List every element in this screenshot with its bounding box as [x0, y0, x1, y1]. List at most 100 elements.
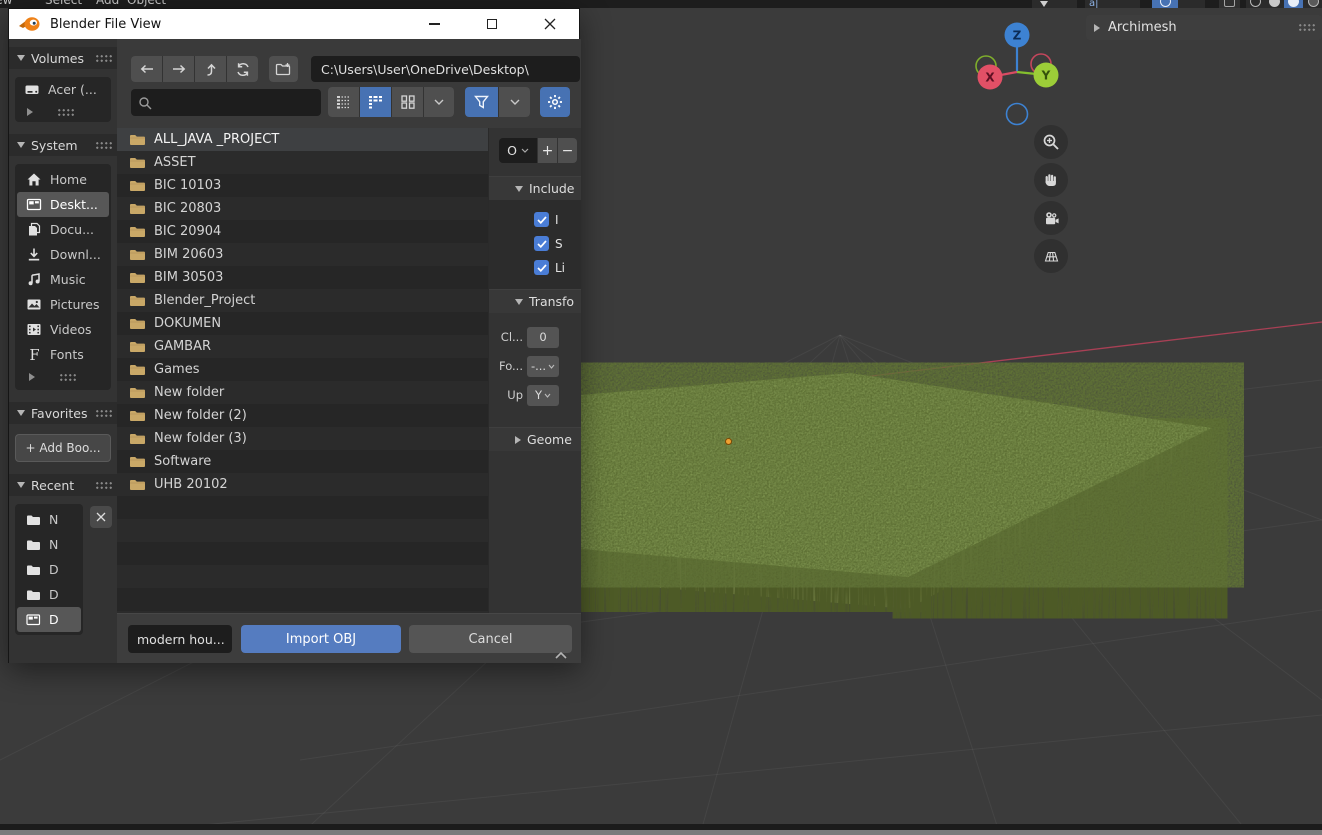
svg-text:F: F [30, 348, 40, 362]
section-grip-icon[interactable] [95, 409, 113, 418]
snap-toggle-button[interactable]: a| [1085, 0, 1140, 8]
recent-item[interactable]: N [17, 532, 81, 557]
clear-recent-button[interactable] [90, 506, 112, 528]
file-row[interactable]: UHB 20102 [117, 473, 488, 496]
menu-add[interactable]: Add [96, 0, 119, 7]
search-input[interactable] [131, 89, 321, 116]
file-row[interactable]: New folder (2) [117, 404, 488, 427]
section-grip-icon[interactable] [95, 481, 113, 490]
minimize-button[interactable] [412, 9, 456, 39]
menu-select[interactable]: Select [45, 0, 82, 7]
recent-item[interactable]: D [17, 582, 81, 607]
camera-view-button[interactable] [1034, 201, 1068, 235]
sidebar-item-documents[interactable]: Docu... [17, 217, 109, 242]
file-row[interactable]: BIC 20803 [117, 197, 488, 220]
up-directory-button[interactable] [195, 56, 226, 82]
section-grip-icon[interactable] [95, 54, 113, 63]
toggle-grid-button[interactable] [1034, 239, 1068, 273]
cancel-button[interactable]: Cancel [409, 625, 572, 653]
sidebar-item-downloads[interactable]: Downl... [17, 242, 109, 267]
refresh-button[interactable] [227, 56, 258, 82]
include-section-header[interactable]: Include [489, 176, 581, 200]
volumes-expand-row[interactable] [15, 102, 111, 122]
include-checkbox-row[interactable]: Li [489, 260, 581, 275]
create-folder-button[interactable] [269, 56, 298, 82]
file-row[interactable]: DOKUMEN [117, 312, 488, 335]
filename-input[interactable]: modern hou... [128, 625, 232, 653]
sidebar-item-music[interactable]: Music [17, 267, 109, 292]
checkbox-checked[interactable] [534, 260, 549, 275]
recent-item-selected[interactable]: D [17, 607, 81, 632]
section-grip-icon[interactable] [95, 141, 113, 150]
file-row[interactable]: Blender_Project [117, 289, 488, 312]
file-row[interactable]: BIC 20904 [117, 220, 488, 243]
file-row[interactable]: ASSET [117, 151, 488, 174]
file-row[interactable]: ALL_JAVA _PROJECT [117, 128, 488, 151]
filter-settings-dropdown[interactable] [499, 87, 530, 117]
checkbox-checked[interactable] [534, 236, 549, 251]
file-row[interactable]: Software [117, 450, 488, 473]
navigation-gizmo[interactable]: Z X Y [958, 16, 1076, 128]
proportional-edit-button[interactable] [1152, 0, 1205, 8]
geometry-section-header[interactable]: Geome [489, 427, 581, 451]
system-expand-row[interactable] [17, 367, 109, 387]
preset-add-button[interactable]: + [538, 138, 557, 163]
recent-item[interactable]: N [17, 507, 81, 532]
system-section-header[interactable]: System [9, 134, 117, 156]
zoom-tool-button[interactable] [1034, 125, 1068, 159]
file-row[interactable]: GAMBAR [117, 335, 488, 358]
archimesh-panel-header[interactable]: Archimesh [1086, 15, 1322, 40]
panel-grip-icon[interactable] [1298, 23, 1316, 32]
sidebar-item-desktop[interactable]: Deskt... [17, 192, 109, 217]
favorites-section-header[interactable]: Favorites [9, 402, 117, 424]
forward-axis-dropdown[interactable]: -... [527, 356, 559, 377]
preset-remove-button[interactable]: − [558, 138, 577, 163]
file-row[interactable]: BIM 30503 [117, 266, 488, 289]
filter-toggle-selected[interactable] [465, 87, 498, 117]
display-settings-dropdown[interactable] [424, 87, 454, 117]
clamp-size-field[interactable]: 0 [527, 327, 559, 348]
menu-object[interactable]: Object [127, 0, 166, 7]
vertical-list-toggle[interactable] [328, 87, 359, 117]
recent-item[interactable]: D [17, 557, 81, 582]
show-overlays-button[interactable] [1219, 0, 1240, 8]
file-name: ALL_JAVA _PROJECT [154, 132, 279, 147]
recent-section-header[interactable]: Recent [9, 474, 117, 496]
maximize-button[interactable] [470, 9, 514, 39]
thumbnail-toggle[interactable] [392, 87, 423, 117]
sidebar-item-home[interactable]: Home [17, 167, 109, 192]
resize-grip-icon[interactable] [57, 108, 75, 117]
transform-section-header[interactable]: Transfo [489, 289, 581, 313]
pan-tool-button[interactable] [1034, 163, 1068, 197]
transform-pivot-button[interactable] [1032, 0, 1077, 8]
close-button[interactable] [528, 9, 572, 39]
checkbox-checked[interactable] [534, 212, 549, 227]
include-checkbox-row[interactable]: I [489, 212, 581, 227]
volume-item-acer[interactable]: Acer (... [15, 77, 111, 102]
file-row[interactable]: New folder (3) [117, 427, 488, 450]
include-checkbox-row[interactable]: S [489, 236, 581, 251]
file-row[interactable]: BIM 20603 [117, 243, 488, 266]
dialog-titlebar[interactable]: Blender File View [9, 9, 579, 39]
preset-dropdown[interactable]: O [499, 138, 537, 163]
dialog-sidebar: Volumes Acer (... System [9, 39, 117, 663]
forward-button[interactable] [163, 56, 194, 82]
add-bookmark-button[interactable]: + Add Boo... [15, 434, 111, 462]
horizontal-list-toggle-selected[interactable] [360, 87, 391, 117]
file-row[interactable]: New folder [117, 381, 488, 404]
path-field[interactable]: C:\Users\User\OneDrive\Desktop\ [311, 56, 580, 82]
viewport-shading-group[interactable] [1246, 0, 1322, 8]
up-axis-dropdown[interactable]: Y [527, 385, 559, 406]
sidebar-item-pictures[interactable]: Pictures [17, 292, 109, 317]
resize-grip-icon[interactable] [59, 373, 77, 382]
file-row[interactable]: Games [117, 358, 488, 381]
sidebar-item-fonts[interactable]: F Fonts [17, 342, 109, 367]
sidebar-item-videos[interactable]: Videos [17, 317, 109, 342]
settings-gear-button[interactable] [540, 87, 570, 117]
volumes-section-header[interactable]: Volumes [9, 47, 117, 69]
menu-view[interactable]: View [0, 0, 12, 7]
import-obj-button[interactable]: Import OBJ [241, 625, 401, 653]
expand-footer-button[interactable] [554, 651, 568, 659]
back-button[interactable] [131, 56, 162, 82]
file-row[interactable]: BIC 10103 [117, 174, 488, 197]
